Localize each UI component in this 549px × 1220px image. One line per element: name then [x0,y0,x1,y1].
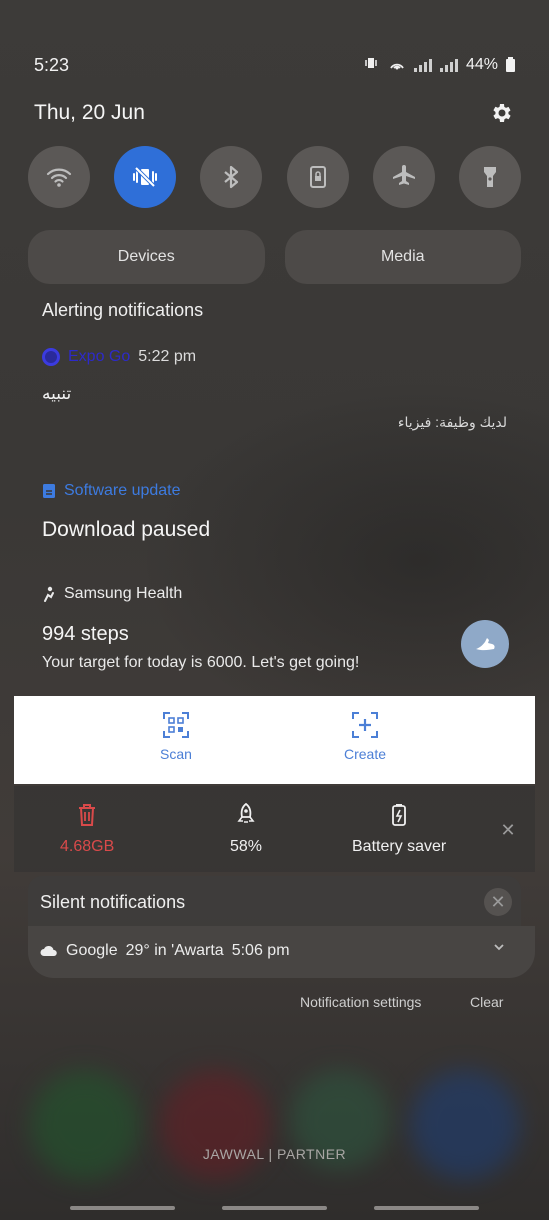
device-care-notification[interactable]: 4.68GB 58% Battery saver ✕ [14,786,535,872]
carrier-label: JAWWAL | PARTNER [202,1146,347,1162]
google-notification-row[interactable]: Google 29° in 'Awarta 5:06 pm [40,942,290,960]
home-screen-apps [0,1030,549,1220]
battery-level: 44% [465,56,498,73]
airplane-icon [392,165,415,185]
create-label: Create [344,746,387,762]
nav-handle-center[interactable] [222,1206,327,1210]
silent-notifications-header: Silent notifications ✕ [28,876,521,928]
sound-mode-toggle[interactable] [114,146,177,208]
portrait-lock-icon [309,166,326,188]
samsung-health-icon [44,586,54,602]
expo-go-notification[interactable]: Expo Go 5:22 pm تنبيه لديك وظيفة: فيزياء [42,348,507,431]
cloud-icon [40,945,57,956]
battery-saver-label: Battery saver [352,838,447,855]
bluetooth-icon [224,165,239,189]
vibrate-status-icon [364,56,380,75]
scan-label: Scan [160,746,192,762]
quick-settings [28,146,521,210]
airplane-toggle[interactable] [372,146,435,208]
chevron-down-icon[interactable] [492,940,506,959]
expo-go-icon [42,348,60,366]
memory-item[interactable]: 58% [230,802,262,856]
gear-icon[interactable] [489,101,513,125]
expo-notification-title: تنبيه [42,384,72,403]
battery-icon [506,56,515,72]
close-icon[interactable]: ✕ [494,816,522,844]
status-bar: 5:23 44% [34,52,515,78]
nav-handle-left[interactable] [70,1206,175,1210]
software-update-icon [43,484,55,498]
action-bar: Scan Create [14,696,535,784]
clear-silent-close-icon[interactable]: ✕ [484,888,512,916]
hotspot-icon [388,56,406,75]
expo-app-name: Expo Go [68,348,131,365]
qr-scan-icon [162,712,189,738]
samsung-health-app-name: Samsung Health [64,585,183,602]
download-paused-text: Download paused [42,518,211,541]
signal-2-icon [439,58,458,72]
date-label: Thu, 20 Jun [34,101,145,124]
walking-shoe-button[interactable] [461,620,509,668]
media-button[interactable]: Media [284,230,521,284]
battery-saver-icon [392,804,407,826]
create-button[interactable]: Create [344,710,386,762]
battery-saver-item[interactable]: Battery saver [352,802,446,856]
notification-settings-link[interactable]: Notification settings [300,994,421,1010]
rocket-icon [237,802,255,823]
google-weather: 29° in 'Awarta [125,942,224,959]
vibrate-icon [133,166,158,188]
memory-value: 58% [230,838,263,855]
expo-notification-body: لديك وظيفة: فيزياء [397,414,507,430]
flashlight-icon [483,167,496,187]
expo-time: 5:22 pm [138,348,197,365]
wifi-toggle[interactable] [28,146,90,208]
software-update-notification[interactable]: Software update Download paused [42,482,507,542]
devices-button[interactable]: Devices [28,230,265,284]
bluetooth-toggle[interactable] [200,146,263,208]
silent-notifications-title: Silent notifications [40,892,186,912]
create-icon [352,712,379,738]
rotation-toggle[interactable] [286,146,349,208]
storage-value: 4.68GB [60,838,115,855]
shoe-icon [476,638,495,651]
wifi-icon [46,168,72,187]
nav-handle-right[interactable] [374,1206,479,1210]
scan-button[interactable]: Scan [160,710,192,762]
storage-item[interactable]: 4.68GB [60,802,114,856]
software-update-app-name: Software update [64,482,181,499]
steps-count: 994 steps [42,623,129,645]
trash-icon [79,804,96,826]
clock: 5:23 [34,54,70,75]
flashlight-toggle[interactable] [458,146,521,208]
steps-target-text: Your target for today is 6000. Let's get… [42,654,360,671]
google-time: 5:06 pm [231,942,290,959]
samsung-health-notification[interactable]: Samsung Health 994 steps Your target for… [42,585,507,672]
clear-all-button[interactable]: Clear [470,994,503,1010]
alerting-notifications-title: Alerting notifications [42,300,204,320]
signal-icon [413,58,432,72]
google-app-name: Google [66,942,118,959]
